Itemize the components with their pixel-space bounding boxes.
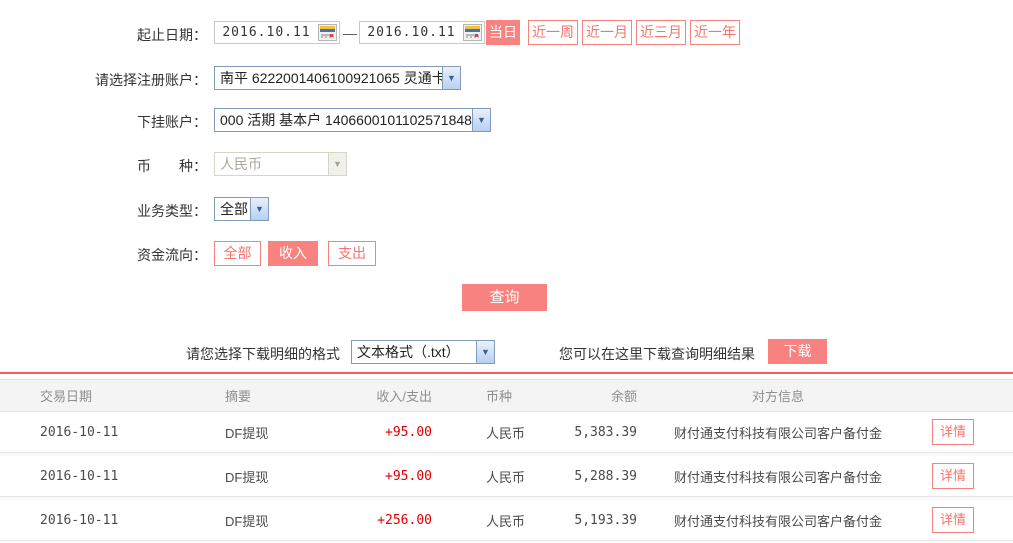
register-account-select[interactable]: 南平 6222001406100921065 灵通卡 ▼ bbox=[214, 66, 461, 90]
download-format-select[interactable]: 文本格式（.txt） ▼ bbox=[351, 340, 495, 364]
quick-range-button-today[interactable]: 当日 bbox=[486, 20, 520, 45]
transactions-table: 交易日期 摘要 收入/支出 币种 余额 对方信息 2016-10-11 DF提现… bbox=[0, 379, 1013, 543]
header-cell-currency: 币种 bbox=[486, 389, 513, 404]
chevron-down-icon: ▼ bbox=[472, 109, 490, 131]
table-top-rule bbox=[0, 372, 1013, 374]
detail-button[interactable]: 详情 bbox=[932, 463, 974, 489]
cell-currency: 人民币 bbox=[486, 513, 526, 529]
fund-flow-label: 资金流向： bbox=[137, 247, 207, 263]
calendar-icon-bar bbox=[320, 29, 335, 32]
quick-range-button-last-3-months[interactable]: 近三月 bbox=[636, 20, 686, 45]
query-button[interactable]: 查询 bbox=[462, 284, 547, 311]
cell-counterparty: 财付通支付科技有限公司客户备付金 bbox=[673, 513, 882, 529]
currency-select: 人民币 ▼ bbox=[214, 152, 347, 176]
table-row: 2016-10-11 DF提现 +95.00 人民币 5,383.39 财付通支… bbox=[0, 412, 1013, 453]
fund-flow-button-income[interactable]: 收入 bbox=[268, 241, 318, 266]
cell-summary: DF提现 bbox=[225, 425, 269, 441]
cell-counterparty: 财付通支付科技有限公司客户备付金 bbox=[673, 425, 882, 441]
currency-value: 人民币 bbox=[220, 156, 262, 172]
download-format-value: 文本格式（.txt） bbox=[357, 344, 460, 360]
calendar-icon-day-dot bbox=[330, 34, 333, 37]
calendar-icon[interactable] bbox=[463, 24, 482, 41]
cell-amount: +256.00 bbox=[377, 512, 432, 528]
cell-date: 2016-10-11 bbox=[40, 512, 119, 528]
cell-counterparty: 财付通支付科技有限公司客户备付金 bbox=[673, 469, 882, 485]
fund-flow-button-all[interactable]: 全部 bbox=[214, 241, 261, 266]
account-detail-query-page: 起止日期： 2016.10.11 — 2016.10.11 当日 近一周 近一月… bbox=[0, 0, 1013, 543]
calendar-icon-bar bbox=[465, 29, 480, 32]
sub-account-select[interactable]: 000 活期 基本户 1406600101102571848 ▼ bbox=[214, 108, 491, 132]
download-hint: 您可以在这里下载查询明细结果 bbox=[559, 346, 755, 362]
calendar-icon[interactable] bbox=[318, 24, 337, 41]
table-row: 2016-10-11 DF提现 +95.00 人民币 5,288.39 财付通支… bbox=[0, 456, 1013, 497]
cell-date: 2016-10-11 bbox=[40, 424, 119, 440]
start-date-input[interactable]: 2016.10.11 bbox=[214, 21, 340, 44]
header-cell-summary: 摘要 bbox=[225, 389, 252, 404]
detail-button[interactable]: 详情 bbox=[932, 419, 974, 445]
cell-amount: +95.00 bbox=[385, 424, 432, 440]
table-row: 2016-10-11 DF提现 +256.00 人民币 5,193.39 财付通… bbox=[0, 500, 1013, 541]
detail-button[interactable]: 详情 bbox=[932, 507, 974, 533]
register-account-value: 南平 6222001406100921065 灵通卡 bbox=[220, 70, 442, 86]
cell-summary: DF提现 bbox=[225, 469, 269, 485]
currency-label: 币 种： bbox=[137, 158, 207, 174]
cell-currency: 人民币 bbox=[486, 469, 526, 485]
date-range-separator: — bbox=[343, 25, 357, 41]
header-cell-balance: 余额 bbox=[610, 389, 637, 404]
business-type-label: 业务类型： bbox=[137, 203, 207, 219]
cell-summary: DF提现 bbox=[225, 513, 269, 529]
header-cell-amount: 收入/支出 bbox=[376, 389, 432, 404]
table-header: 交易日期 摘要 收入/支出 币种 余额 对方信息 bbox=[0, 379, 1013, 412]
header-cell-date: 交易日期 bbox=[40, 389, 93, 404]
cell-balance: 5,193.39 bbox=[574, 512, 637, 528]
cell-currency: 人民币 bbox=[486, 425, 526, 441]
chevron-down-icon: ▼ bbox=[328, 153, 346, 175]
cell-balance: 5,288.39 bbox=[574, 468, 637, 484]
fund-flow-button-expense[interactable]: 支出 bbox=[328, 241, 376, 266]
end-date-value: 2016.10.11 bbox=[367, 25, 456, 40]
start-date-value: 2016.10.11 bbox=[222, 25, 311, 40]
register-account-label: 请选择注册账户： bbox=[95, 72, 207, 88]
end-date-input[interactable]: 2016.10.11 bbox=[359, 21, 485, 44]
chevron-down-icon: ▼ bbox=[442, 67, 460, 89]
quick-range-button-last-year[interactable]: 近一年 bbox=[690, 20, 740, 45]
header-cell-counterparty: 对方信息 bbox=[751, 389, 804, 404]
sub-account-label: 下挂账户： bbox=[137, 114, 207, 130]
chevron-down-icon: ▼ bbox=[250, 198, 268, 220]
download-button[interactable]: 下载 bbox=[768, 339, 827, 364]
chevron-down-icon: ▼ bbox=[476, 341, 494, 363]
sub-account-value: 000 活期 基本户 1406600101102571848 bbox=[220, 112, 472, 128]
calendar-icon-day-dot bbox=[475, 34, 478, 37]
download-format-label: 请您选择下载明细的格式 bbox=[186, 346, 340, 362]
business-type-select[interactable]: 全部 ▼ bbox=[214, 197, 269, 221]
quick-range-button-last-month[interactable]: 近一月 bbox=[582, 20, 632, 45]
quick-range-button-last-week[interactable]: 近一周 bbox=[528, 20, 578, 45]
date-range-label: 起止日期： bbox=[137, 27, 207, 43]
cell-amount: +95.00 bbox=[385, 468, 432, 484]
business-type-value: 全部 bbox=[220, 201, 248, 217]
cell-balance: 5,383.39 bbox=[574, 424, 637, 440]
cell-date: 2016-10-11 bbox=[40, 468, 119, 484]
